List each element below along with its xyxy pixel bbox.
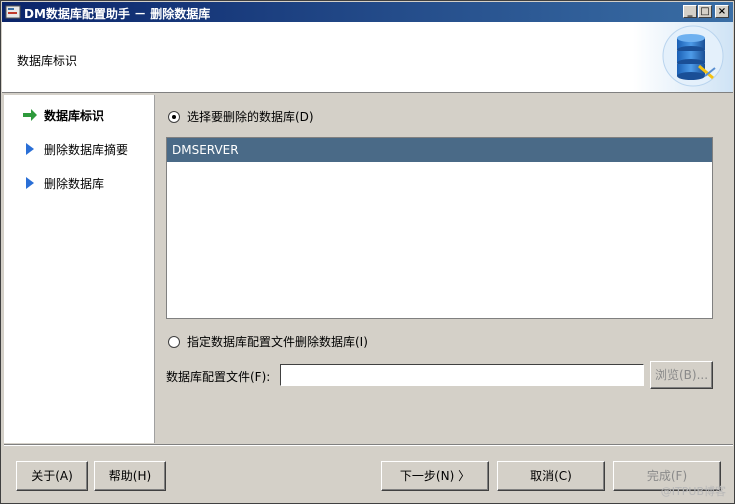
step-database-id[interactable]: 数据库标识	[22, 105, 104, 125]
radio-selected[interactable]	[168, 110, 180, 123]
triangle-right-icon	[26, 177, 34, 189]
config-file-option-label: 指定数据库配置文件删除数据库(I)	[187, 335, 368, 349]
minimize-button[interactable]: _	[683, 5, 697, 18]
cancel-button[interactable]: 取消(C)	[497, 461, 605, 491]
radio-unselected[interactable]	[168, 335, 180, 348]
window-title: DM数据库配置助手 － 删除数据库	[24, 7, 211, 21]
config-file-input[interactable]	[280, 364, 644, 386]
step-delete-database[interactable]: 删除数据库	[22, 173, 104, 193]
help-button[interactable]: 帮助(H)	[94, 461, 166, 491]
footer-divider	[4, 444, 733, 446]
database-list[interactable]: DMSERVER	[166, 137, 713, 319]
step-label: 删除数据库	[44, 176, 105, 191]
close-button[interactable]: ×	[715, 5, 729, 18]
select-database-option[interactable]: 选择要删除的数据库(D)	[168, 108, 314, 125]
about-button[interactable]: 关于(A)	[16, 461, 88, 491]
step-label: 删除数据库摘要	[44, 142, 129, 157]
main-panel: 选择要删除的数据库(D) DMSERVER 指定数据库配置文件删除数据库(I) …	[156, 95, 733, 443]
dialog-window: DM数据库配置助手 － 删除数据库 _ □ × 数据库标识 数据库标识 删除数据…	[0, 0, 735, 504]
browse-button[interactable]: 浏览(B)...	[650, 361, 713, 389]
title-bar[interactable]: DM数据库配置助手 － 删除数据库 _ □ ×	[2, 2, 733, 22]
watermark: @ITPUB博客	[660, 485, 726, 498]
wizard-steps: 数据库标识 删除数据库摘要 删除数据库	[4, 95, 155, 443]
next-button[interactable]: 下一步(N) 〉	[381, 461, 489, 491]
database-icon	[633, 22, 733, 92]
config-file-label: 数据库配置文件(F):	[166, 370, 271, 384]
config-file-option[interactable]: 指定数据库配置文件删除数据库(I)	[168, 333, 368, 350]
triangle-right-icon	[26, 143, 34, 155]
step-delete-summary[interactable]: 删除数据库摘要	[22, 139, 128, 159]
app-icon	[5, 5, 21, 19]
list-item[interactable]: DMSERVER	[167, 138, 712, 162]
maximize-button[interactable]: □	[698, 5, 712, 18]
step-label: 数据库标识	[44, 108, 105, 123]
wizard-header: 数据库标识	[2, 22, 733, 93]
select-database-label: 选择要删除的数据库(D)	[187, 110, 314, 124]
header-title: 数据库标识	[17, 54, 78, 68]
arrow-right-icon	[23, 109, 37, 121]
